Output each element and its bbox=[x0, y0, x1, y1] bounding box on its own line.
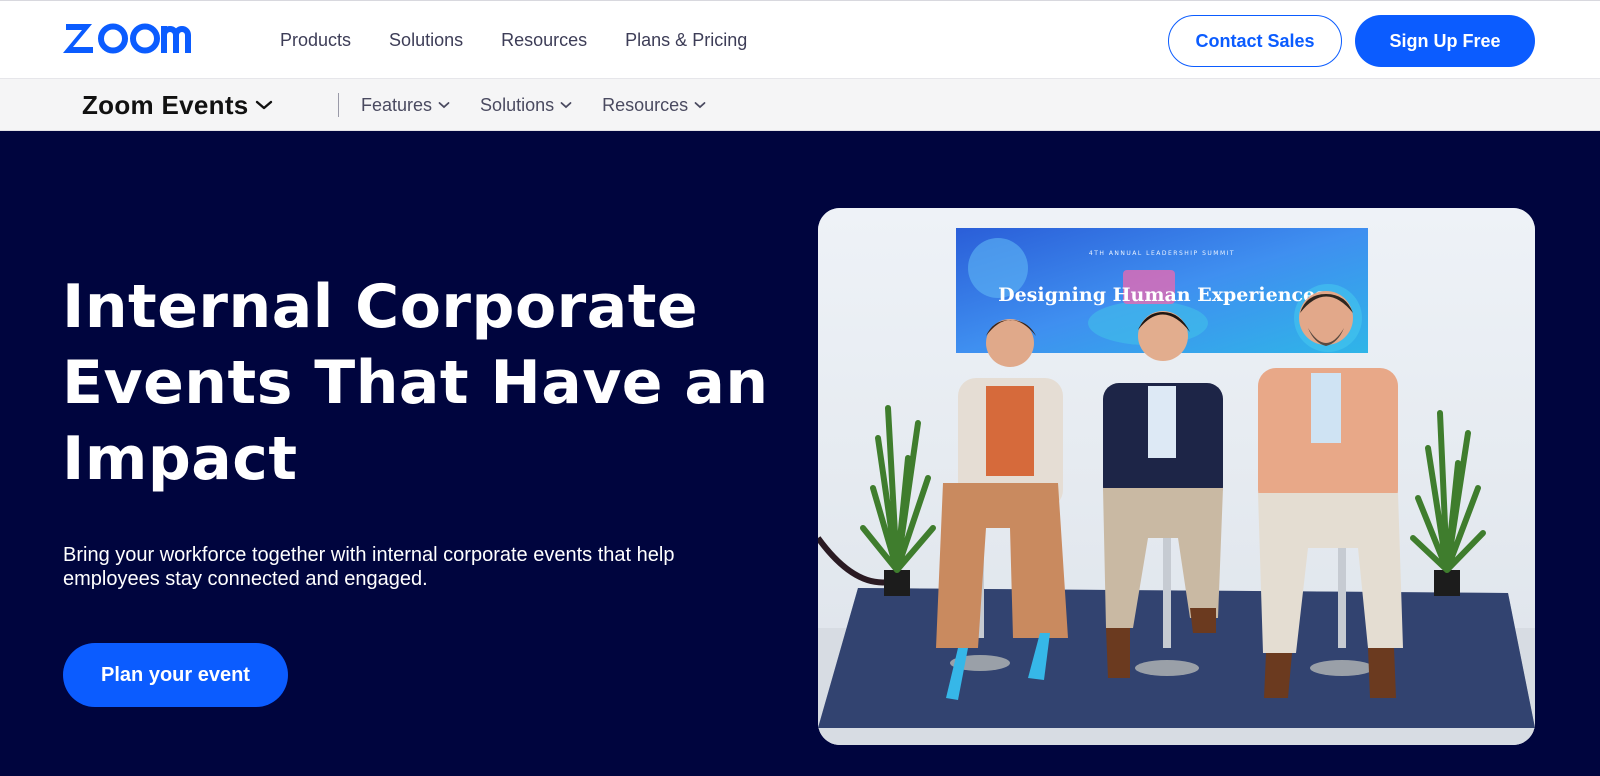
subnav-divider bbox=[338, 93, 339, 117]
subnav-resources[interactable]: Resources bbox=[602, 95, 706, 116]
zoom-logo-icon bbox=[63, 23, 191, 54]
event-stage-illustration: 4TH ANNUAL LEADERSHIP SUMMIT Designing H… bbox=[818, 208, 1535, 745]
product-switcher[interactable]: Zoom Events bbox=[82, 79, 273, 131]
subnav-menu: Features Solutions Resources bbox=[361, 79, 706, 131]
hero-description: Bring your workforce together with inter… bbox=[63, 544, 675, 590]
chevron-down-icon bbox=[560, 102, 572, 109]
subnav-features[interactable]: Features bbox=[361, 95, 450, 116]
subnav-resources-label: Resources bbox=[602, 94, 689, 115]
subnav-solutions-label: Solutions bbox=[480, 94, 555, 115]
subnav-features-label: Features bbox=[361, 94, 433, 115]
contact-sales-button[interactable]: Contact Sales bbox=[1168, 15, 1342, 67]
chevron-down-icon bbox=[255, 100, 272, 110]
product-name: Zoom Events bbox=[82, 89, 249, 120]
zoom-logo[interactable] bbox=[62, 17, 210, 57]
main-nav: Products Solutions Resources Plans & Pri… bbox=[280, 1, 747, 80]
plan-your-event-button[interactable]: Plan your event bbox=[63, 643, 288, 707]
banner-headline: Designing Human Experiences bbox=[998, 284, 1326, 306]
chevron-down-icon bbox=[694, 102, 706, 109]
sign-up-free-button[interactable]: Sign Up Free bbox=[1355, 15, 1535, 67]
chevron-down-icon bbox=[438, 102, 450, 109]
hero-section: Internal Corporate Events That Have an I… bbox=[0, 131, 1600, 776]
nav-plans-pricing[interactable]: Plans & Pricing bbox=[625, 30, 747, 51]
nav-products[interactable]: Products bbox=[280, 30, 351, 51]
nav-solutions[interactable]: Solutions bbox=[389, 30, 463, 51]
product-subnav: Zoom Events Features Solutions Resources bbox=[0, 79, 1600, 131]
banner-subtitle: 4TH ANNUAL LEADERSHIP SUMMIT bbox=[1089, 250, 1235, 257]
hero-title: Internal Corporate Events That Have an I… bbox=[62, 272, 769, 494]
hero-image: 4TH ANNUAL LEADERSHIP SUMMIT Designing H… bbox=[818, 208, 1535, 745]
subnav-solutions[interactable]: Solutions bbox=[480, 95, 572, 116]
top-navigation: Products Solutions Resources Plans & Pri… bbox=[0, 0, 1600, 79]
nav-resources[interactable]: Resources bbox=[501, 30, 587, 51]
